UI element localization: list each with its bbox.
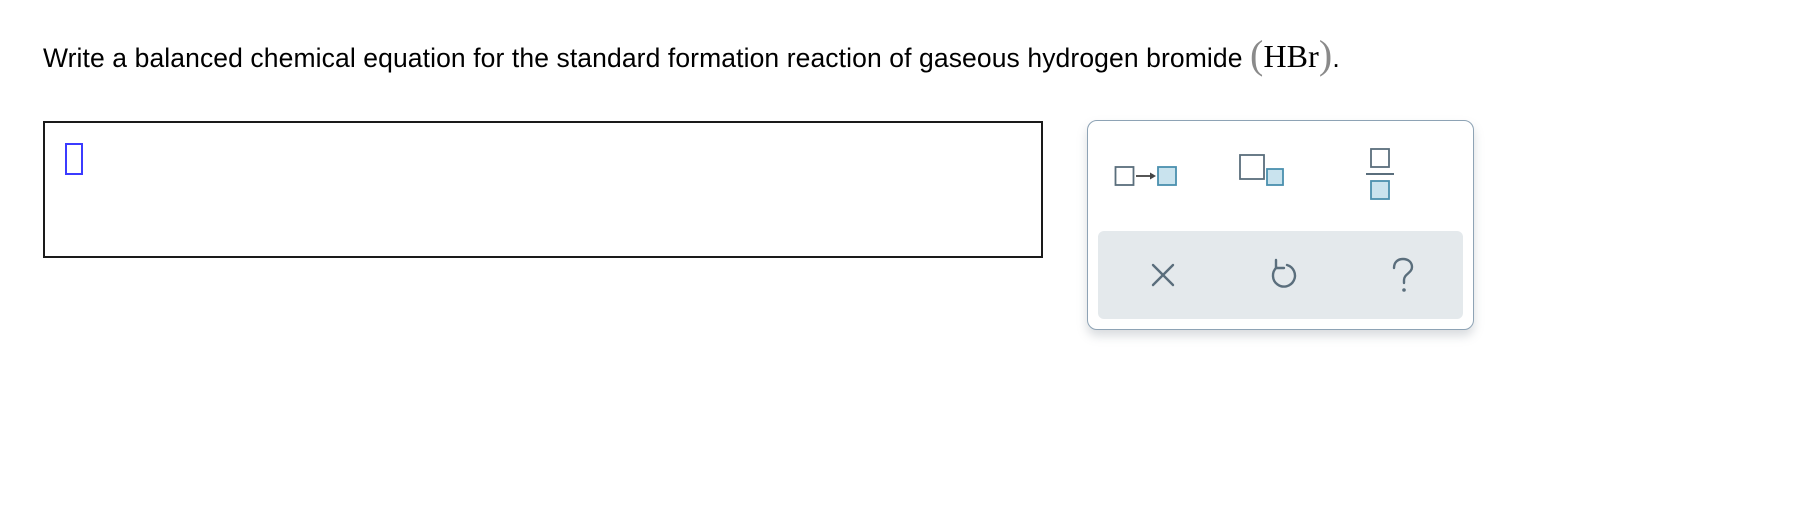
help-question-icon [1392, 257, 1414, 292]
formula-close-paren: ) [1318, 32, 1333, 77]
formula-open-paren: ( [1250, 32, 1264, 77]
subscript-icon [1239, 154, 1284, 186]
reaction-arrow-button[interactable] [1114, 145, 1194, 205]
answer-input-box[interactable] [43, 121, 1043, 258]
palette-tools-row [1088, 121, 1473, 229]
fraction-button[interactable] [1360, 145, 1440, 205]
palette-actions-row [1098, 231, 1463, 319]
question-period: . [1332, 43, 1340, 73]
reaction-arrow-icon [1114, 166, 1177, 186]
clear-x-icon [1151, 263, 1175, 287]
help-button[interactable] [1373, 245, 1433, 305]
question-prompt: Write a balanced chemical equation for t… [43, 34, 1340, 78]
undo-button[interactable] [1253, 245, 1313, 305]
equation-tool-palette [1087, 120, 1474, 330]
clear-button[interactable] [1134, 245, 1194, 305]
question-text: Write a balanced chemical equation for t… [43, 43, 1251, 73]
subscript-button[interactable] [1238, 145, 1318, 205]
input-cursor-slot[interactable] [65, 143, 83, 175]
chemical-formula: HBr [1263, 38, 1319, 74]
fraction-icon [1366, 148, 1394, 200]
undo-icon [1271, 258, 1297, 288]
